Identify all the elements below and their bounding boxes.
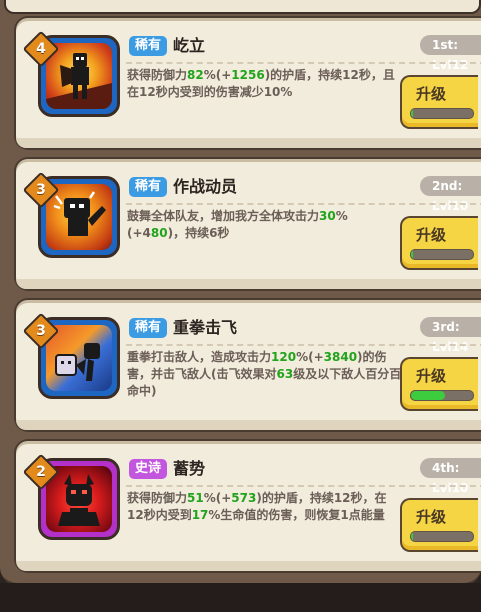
slot-badge: 4th: Lvl10 [420, 458, 481, 495]
skill-description: 获得防御力51%(+573)的护盾，持续12秒，在12秒内受到17%生命值的伤害… [127, 491, 387, 522]
skill-name: 蓄势 [173, 459, 206, 478]
skill-card-1[interactable]: 4 稀有 屹立 1st: Lvl12 获得防御力82%(+1256)的护盾，持续… [14, 16, 481, 150]
rarity-badge: 稀有 [129, 177, 168, 197]
slot-badge: 2nd: Lvl10 [420, 176, 481, 213]
skill-description: 获得防御力82%(+1256)的护盾，持续12秒，且在12秒内受到的伤害减少10… [127, 68, 395, 99]
rarity-badge: 稀有 [129, 318, 168, 338]
skill-level: 3 [36, 182, 46, 198]
skill-name: 重拳击飞 [173, 318, 238, 337]
screen-bottom [0, 583, 481, 612]
upgrade-button[interactable]: 升级 [400, 75, 478, 129]
rarity-badge: 史诗 [129, 459, 168, 479]
skill-card-4[interactable]: 2 蓄力 史诗 蓄势 4th: Lvl10 获得防御力51%(+573)的护盾，… [14, 439, 481, 601]
skill-name: 作战动员 [173, 177, 238, 196]
slot-badge: 1st: Lvl12 [420, 35, 481, 72]
previous-card-edge [4, 0, 481, 14]
skill-level: 4 [36, 41, 46, 57]
upgrade-progress-bar [410, 390, 474, 401]
upgrade-button[interactable]: 升级 [400, 357, 478, 411]
skill-card-2[interactable]: 3 稀有 作战动员 2nd: Lvl10 鼓舞全体队友，增加我方全体攻击力30%… [14, 157, 481, 291]
rarity-badge: 稀有 [129, 36, 168, 56]
upgrade-button[interactable]: 升级 [400, 498, 478, 552]
upgrade-progress-bar [410, 249, 474, 260]
skill-level: 2 [36, 464, 46, 480]
upgrade-progress-bar [410, 108, 474, 119]
upgrade-progress-bar [410, 531, 474, 542]
skill-name: 屹立 [173, 36, 206, 55]
skill-panel: 4 稀有 屹立 1st: Lvl12 获得防御力82%(+1256)的护盾，持续… [0, 0, 481, 601]
skill-level: 3 [36, 323, 46, 339]
upgrade-button[interactable]: 升级 [400, 216, 478, 270]
skill-card-3[interactable]: 3 蓄力 稀有 重拳击飞 3rd: Lvl14 重拳打击敌人，造成攻击力120%… [14, 298, 481, 460]
skill-description: 鼓舞全体队友，增加我方全体攻击力30%(+480)，持续6秒 [127, 209, 348, 240]
slot-badge: 3rd: Lvl14 [420, 317, 481, 354]
skill-description: 重拳打击敌人，造成攻击力120%(+3840)的伤害，并击飞敌人(击飞效果对63… [127, 350, 402, 398]
